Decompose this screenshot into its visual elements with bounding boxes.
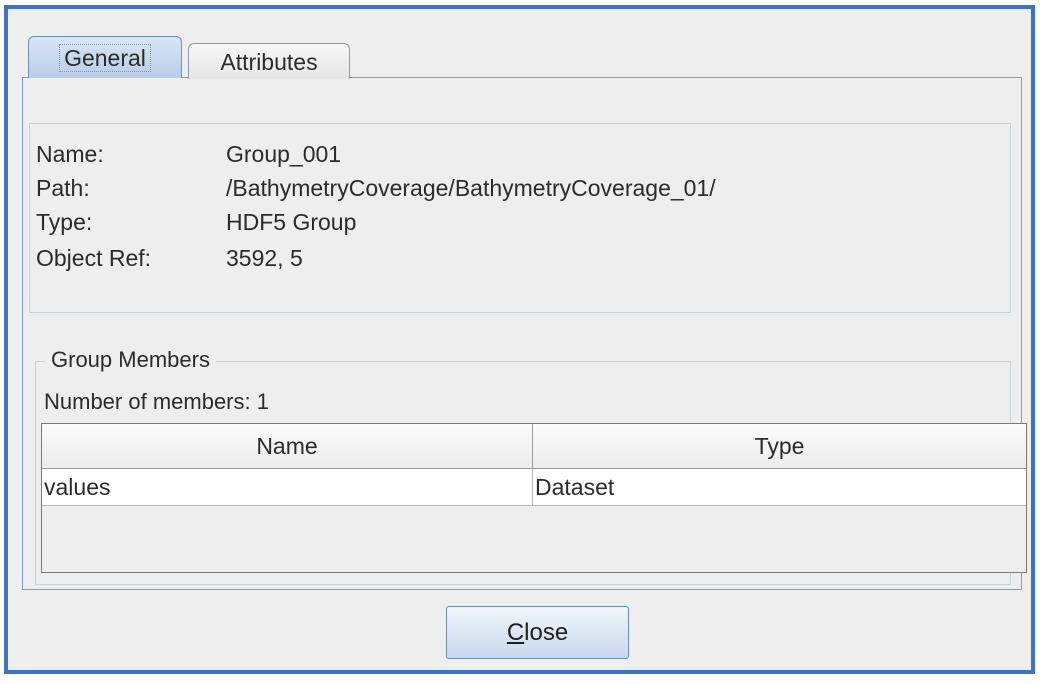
- type-value: HDF5 Group: [226, 209, 357, 235]
- table-row[interactable]: values Dataset: [42, 468, 1026, 506]
- tab-general-label: General: [59, 44, 151, 72]
- path-label: Path:: [36, 175, 90, 201]
- tab-attributes[interactable]: Attributes: [188, 43, 350, 79]
- group-members-title: Group Members: [45, 345, 216, 375]
- object-info-panel: Name: Group_001 Path: /BathymetryCoverag…: [29, 123, 1011, 313]
- properties-dialog: General Attributes Name: Group_001 Path:…: [4, 5, 1035, 674]
- tab-attributes-label: Attributes: [220, 49, 318, 75]
- table-header-row: Name Type: [42, 424, 1026, 469]
- close-button-mnemonic: C: [506, 619, 525, 646]
- general-tab-panel: Name: Group_001 Path: /BathymetryCoverag…: [22, 77, 1027, 590]
- members-table[interactable]: Name Type values Dataset: [41, 423, 1027, 573]
- cell-member-name[interactable]: values: [42, 468, 533, 506]
- column-header-name[interactable]: Name: [42, 424, 533, 469]
- object-ref-label: Object Ref:: [36, 245, 152, 271]
- name-value: Group_001: [226, 141, 342, 167]
- type-label: Type:: [36, 209, 93, 235]
- tab-general[interactable]: General: [28, 36, 182, 78]
- path-value: /BathymetryCoverage/BathymetryCoverage_0…: [226, 175, 716, 201]
- close-button-label: lose: [524, 619, 569, 646]
- close-button[interactable]: Close: [446, 606, 629, 659]
- name-label: Name:: [36, 141, 104, 167]
- column-header-type[interactable]: Type: [532, 424, 1026, 469]
- object-ref-value: 3592, 5: [226, 245, 303, 271]
- member-count-text: Number of members: 1: [44, 389, 269, 414]
- cell-member-type[interactable]: Dataset: [532, 468, 1026, 506]
